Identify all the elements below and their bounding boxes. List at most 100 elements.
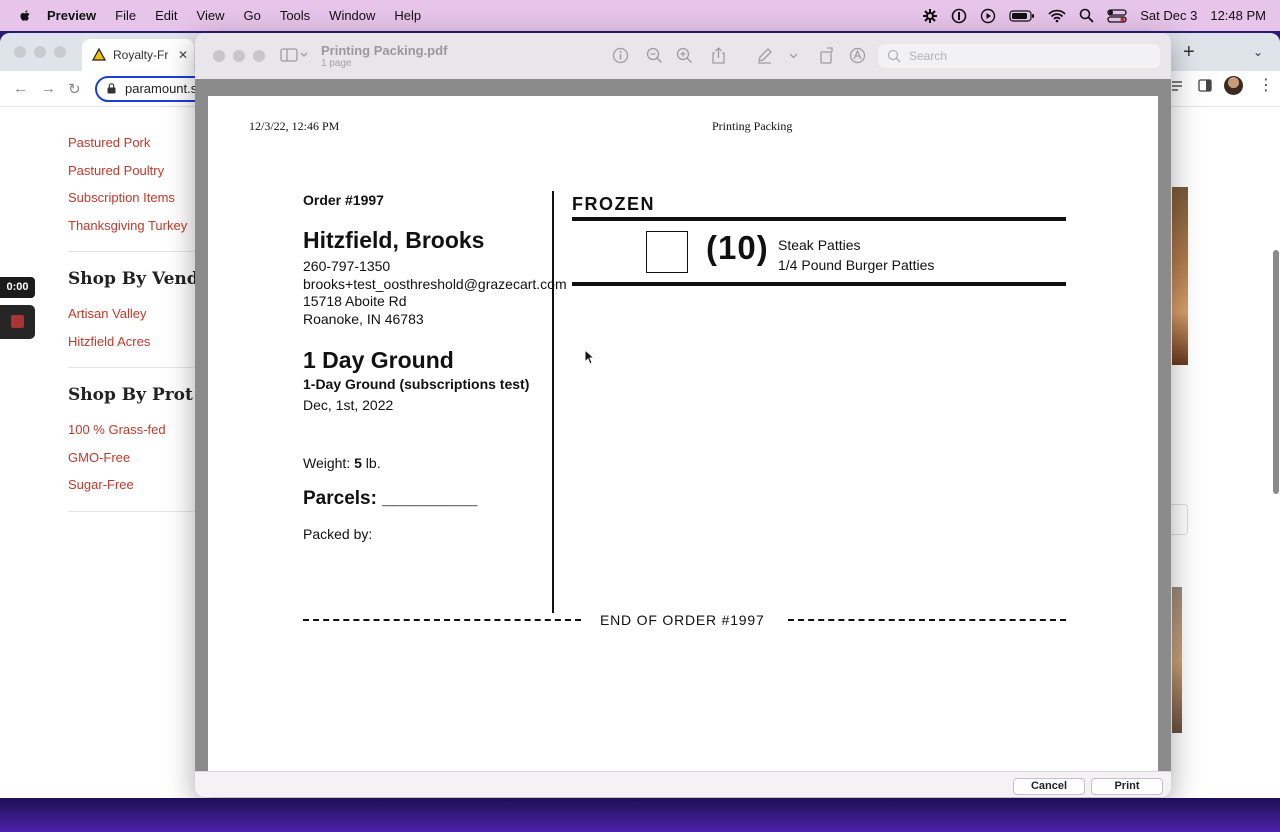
preview-titlebar: Printing Packing.pdf 1 page Search: [195, 33, 1171, 79]
forward-arrow-icon[interactable]: →: [41, 80, 56, 97]
customer-name: Hitzfield, Brooks: [303, 227, 485, 253]
close-dot[interactable]: [213, 50, 225, 62]
shop-sidebar: Pastured Pork Pastured Poultry Subscript…: [68, 129, 199, 512]
browser-tab[interactable]: Royalty-Fr ✕: [82, 39, 194, 71]
search-icon: [887, 49, 901, 63]
document-page-count: 1 page: [321, 58, 352, 69]
sidebar-link-hitzfield-acres[interactable]: Hitzfield Acres: [68, 328, 198, 356]
sidebar-heading-protocol: Shop By Prot: [68, 385, 193, 405]
apple-icon[interactable]: [17, 8, 33, 24]
profile-avatar[interactable]: [1224, 76, 1243, 95]
weight-unit: lb.: [361, 454, 381, 471]
pdf-page[interactable]: 12/3/22, 12:46 PM Printing Packing Order…: [208, 96, 1158, 771]
search-field[interactable]: Search: [878, 44, 1160, 68]
end-dashes-right: [788, 619, 1066, 621]
annotate-icon[interactable]: [849, 47, 866, 64]
reading-list-icon[interactable]: [1172, 78, 1184, 94]
customer-email: brooks+test_oosthreshold@grazecart.com: [303, 275, 567, 292]
chevron-down-icon[interactable]: ⌄: [1253, 45, 1263, 59]
document-canvas: 12/3/22, 12:46 PM Printing Packing Order…: [195, 79, 1171, 771]
zoom-dot[interactable]: [54, 46, 66, 58]
preview-window: Printing Packing.pdf 1 page Search 12/3/…: [195, 33, 1171, 797]
product-image[interactable]: [1172, 187, 1188, 365]
onepassword-icon[interactable]: [951, 8, 967, 24]
close-dot[interactable]: [14, 46, 26, 58]
item-checkbox: [646, 231, 688, 273]
more-menu-icon[interactable]: ⋮: [1258, 75, 1274, 95]
search-placeholder: Search: [909, 49, 948, 63]
menu-help[interactable]: Help: [394, 8, 421, 23]
zoom-dot[interactable]: [253, 50, 265, 62]
delivery-schedule-title: 1 Day Ground: [303, 347, 454, 373]
new-tab-icon[interactable]: +: [1183, 41, 1195, 64]
menu-view[interactable]: View: [197, 8, 225, 23]
section-rule-bottom: [572, 282, 1066, 286]
minimize-dot[interactable]: [233, 50, 245, 62]
zoom-in-icon[interactable]: [676, 47, 693, 64]
order-details: Order #1997 Hitzfield, Brooks 260-797-13…: [303, 192, 567, 542]
share-icon[interactable]: [710, 47, 727, 64]
stop-icon: [11, 315, 24, 328]
sidebar-link-grass-fed[interactable]: 100 % Grass-fed: [68, 416, 198, 444]
menubar-time[interactable]: 12:48 PM: [1210, 8, 1266, 23]
menu-file[interactable]: File: [115, 8, 136, 23]
item-name: Steak Patties: [778, 237, 861, 253]
zoom-out-icon[interactable]: [646, 47, 663, 64]
markup-pen-icon[interactable]: [756, 47, 773, 64]
sidebar-link-sugar-free[interactable]: Sugar-Free: [68, 471, 198, 499]
sidebar-divider: [68, 251, 198, 252]
input-box-edge[interactable]: [1170, 504, 1188, 535]
print-button[interactable]: Print: [1091, 778, 1163, 795]
sidebar-link-thanksgiving-turkey[interactable]: Thanksgiving Turkey: [68, 212, 198, 240]
mouse-pointer-icon: [584, 349, 594, 365]
document-title: Printing Packing.pdf: [321, 43, 448, 58]
tab-close-icon[interactable]: ✕: [178, 48, 188, 62]
sidebar-link-pastured-pork[interactable]: Pastured Pork: [68, 129, 198, 157]
print-header-title: Printing Packing: [712, 119, 793, 133]
sidebar-link-pastured-poultry[interactable]: Pastured Poultry: [68, 157, 198, 185]
sidebar-link-subscription-items[interactable]: Subscription Items: [68, 184, 198, 212]
sidebar-heading-vendor: Shop By Vend: [68, 269, 199, 289]
menu-go[interactable]: Go: [243, 8, 260, 23]
play-icon[interactable]: [980, 8, 996, 24]
order-number: Order #1997: [303, 192, 384, 208]
wifi-icon[interactable]: [1048, 9, 1066, 23]
sidebar-view-icon[interactable]: [280, 47, 308, 63]
minimize-dot[interactable]: [34, 46, 46, 58]
menu-tools[interactable]: Tools: [280, 8, 310, 23]
rotate-icon[interactable]: [818, 47, 835, 64]
section-title: FROZEN: [572, 194, 655, 214]
chevron-down-icon[interactable]: [789, 53, 798, 59]
menubar-date[interactable]: Sat Dec 3: [1140, 8, 1197, 23]
column-divider: [552, 191, 554, 613]
menu-window[interactable]: Window: [329, 8, 375, 23]
spotlight-search-icon[interactable]: [1079, 8, 1094, 23]
preview-window-controls: [213, 50, 265, 62]
menu-edit[interactable]: Edit: [155, 8, 177, 23]
info-icon[interactable]: [612, 47, 629, 64]
product-image[interactable]: [1172, 587, 1182, 733]
address-line-1: 15718 Aboite Rd: [303, 293, 407, 309]
gear-status-icon[interactable]: [922, 8, 938, 24]
address-bar-url: paramount.s: [125, 81, 198, 96]
back-arrow-icon[interactable]: ←: [13, 80, 28, 97]
delivery-schedule-subtitle: 1-Day Ground (subscriptions test): [303, 376, 530, 392]
battery-icon[interactable]: [1009, 9, 1035, 23]
order-weight: Weight: 5 lb.: [303, 455, 565, 471]
delivery-date: Dec, 1st, 2022: [303, 397, 394, 413]
cancel-button[interactable]: Cancel: [1013, 778, 1085, 795]
stop-recording-button[interactable]: [0, 305, 35, 339]
menu-app-name[interactable]: Preview: [47, 8, 96, 23]
sidebar-toggle-icon[interactable]: [1198, 78, 1212, 92]
sidebar-divider: [68, 367, 198, 368]
item-variant: 1/4 Pound Burger Patties: [778, 257, 935, 273]
sidebar-link-artisan-valley[interactable]: Artisan Valley: [68, 300, 198, 328]
page-scrollbar[interactable]: [1273, 250, 1279, 494]
reload-icon[interactable]: ↻: [68, 80, 81, 98]
sidebar-divider: [68, 510, 198, 512]
sidebar-link-gmo-free[interactable]: GMO-Free: [68, 444, 198, 472]
weight-value: 5: [354, 454, 362, 471]
item-description: Steak Patties 1/4 Pound Burger Patties: [778, 235, 934, 275]
item-quantity: (10): [706, 229, 769, 266]
control-center-icon[interactable]: [1107, 8, 1127, 23]
